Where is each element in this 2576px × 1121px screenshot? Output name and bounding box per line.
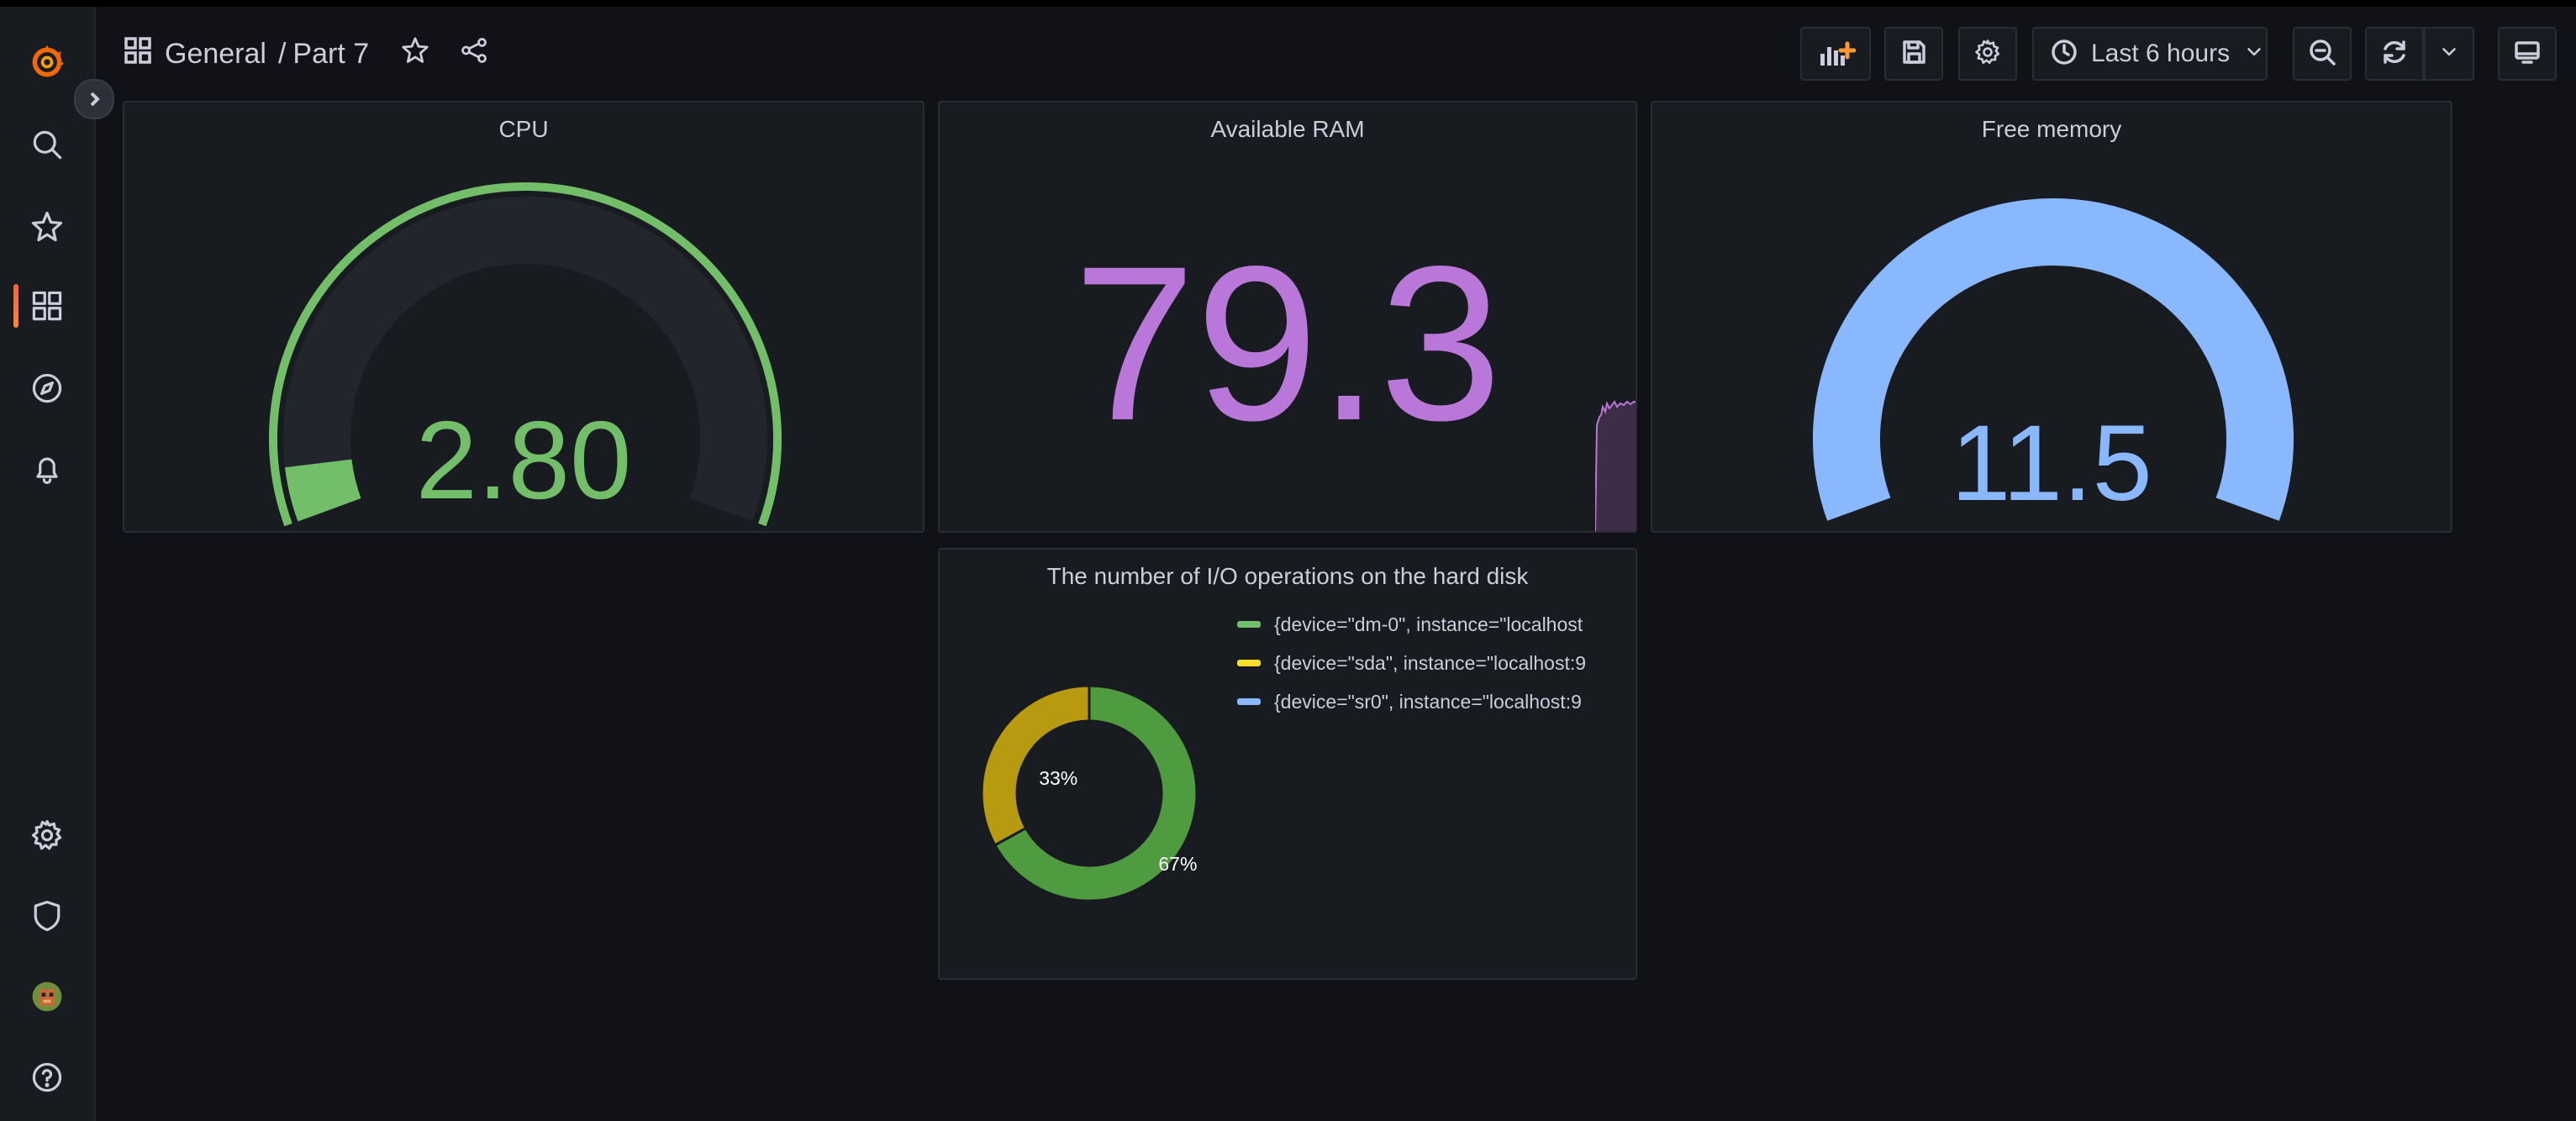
chevron-down-icon bbox=[2243, 41, 2265, 67]
breadcrumb-folder[interactable]: General bbox=[165, 38, 266, 71]
disk-io-panel[interactable]: The number of I/O operations on the hard… bbox=[938, 548, 1637, 980]
legend-swatch bbox=[1237, 621, 1261, 628]
legend-item[interactable]: {device="dm-0", instance="localhost bbox=[1225, 605, 1636, 644]
legend-swatch bbox=[1237, 660, 1261, 666]
slice-percent-label: 67% bbox=[1158, 853, 1197, 875]
refresh-button[interactable] bbox=[2365, 27, 2424, 81]
legend-item[interactable]: {device="sr0", instance="localhost:9 bbox=[1225, 682, 1636, 721]
panel-title: The number of I/O operations on the hard… bbox=[1046, 563, 1529, 589]
server-admin-shield-icon[interactable] bbox=[22, 891, 72, 941]
mark-favorite-star-icon[interactable] bbox=[399, 34, 431, 74]
monitor-icon bbox=[2512, 37, 2542, 71]
help-icon[interactable] bbox=[22, 1052, 72, 1103]
refresh-interval-dropdown[interactable] bbox=[2424, 27, 2474, 81]
grafana-logo-icon[interactable] bbox=[22, 37, 72, 87]
time-picker-button[interactable]: Last 6 hours bbox=[2032, 27, 2268, 81]
ram-sparkline bbox=[1595, 400, 1636, 531]
dashboard-title[interactable]: Part 7 bbox=[292, 38, 369, 71]
save-dashboard-button[interactable] bbox=[1884, 27, 1943, 81]
ram-value: 79.3 bbox=[1073, 220, 1502, 466]
dashboard-settings-button[interactable] bbox=[1958, 27, 2017, 81]
legend-item[interactable]: {device="sda", instance="localhost:9 bbox=[1225, 644, 1636, 682]
legend-label: {device="dm-0", instance="localhost bbox=[1274, 613, 1583, 635]
share-icon[interactable] bbox=[458, 34, 490, 74]
cpu-panel[interactable]: CPU 2.80 bbox=[123, 101, 925, 533]
sidebar-expand-button[interactable] bbox=[74, 79, 114, 119]
cpu-value: 2.80 bbox=[415, 398, 632, 522]
free-memory-value: 11.5 bbox=[1951, 403, 2152, 524]
cog-icon bbox=[1973, 37, 2003, 71]
breadcrumb-separator: / bbox=[277, 37, 287, 70]
panel-title: Available RAM bbox=[1210, 116, 1365, 142]
legend-swatch bbox=[1237, 698, 1261, 705]
starred-icon[interactable] bbox=[22, 202, 72, 252]
legend-label: {device="sda", instance="localhost:9 bbox=[1274, 651, 1587, 674]
chevron-down-icon bbox=[2438, 41, 2460, 67]
pie-slice[interactable] bbox=[980, 684, 1091, 847]
explore-icon[interactable] bbox=[22, 363, 72, 413]
refresh-icon bbox=[2379, 37, 2410, 71]
time-range-label: Last 6 hours bbox=[2091, 39, 2231, 67]
free-memory-panel[interactable]: Free memory 11.5 bbox=[1651, 101, 2452, 533]
clock-icon bbox=[2049, 37, 2079, 71]
zoom-out-button[interactable] bbox=[2293, 27, 2352, 81]
add-panel-button[interactable] bbox=[1800, 27, 1871, 81]
sidebar bbox=[0, 7, 96, 1121]
active-indicator bbox=[13, 284, 18, 328]
dashboard-grid-icon bbox=[123, 35, 153, 73]
zoom-out-icon bbox=[2307, 37, 2337, 71]
chart-legend: {device="dm-0", instance="localhost {dev… bbox=[1225, 605, 1636, 721]
breadcrumb: General / Part 7 bbox=[123, 30, 490, 77]
window-top-border bbox=[0, 0, 2576, 7]
settings-gear-icon[interactable] bbox=[22, 810, 72, 860]
available-ram-panel[interactable]: Available RAM 79.3 bbox=[938, 101, 1637, 533]
disk-io-donut-chart: 67% 33% bbox=[980, 684, 1198, 903]
alerting-bell-icon[interactable] bbox=[22, 444, 72, 494]
tv-mode-button[interactable] bbox=[2498, 27, 2557, 81]
dashboards-icon[interactable] bbox=[22, 281, 72, 331]
add-panel-icon bbox=[1815, 32, 1857, 76]
slice-percent-label: 33% bbox=[1039, 767, 1077, 789]
save-icon bbox=[1899, 37, 1929, 71]
search-icon[interactable] bbox=[22, 119, 72, 170]
user-avatar[interactable] bbox=[22, 971, 72, 1022]
legend-label: {device="sr0", instance="localhost:9 bbox=[1274, 690, 1582, 713]
